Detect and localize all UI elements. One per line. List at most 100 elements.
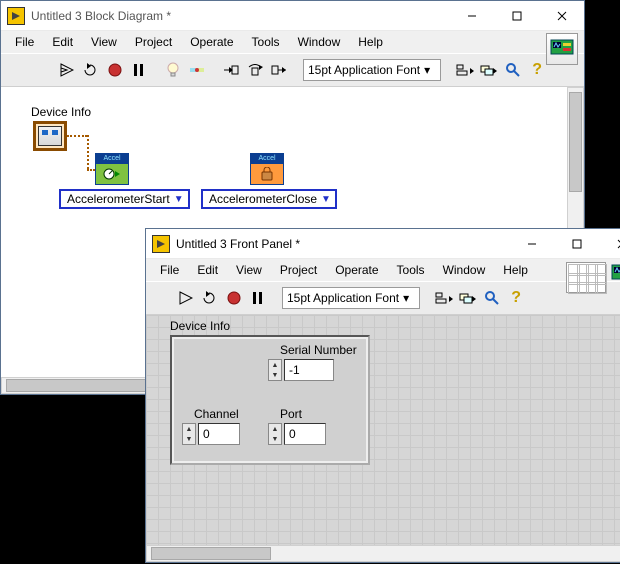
step-out-button[interactable] (269, 60, 289, 80)
channel-control[interactable]: ▲ ▼ 0 (182, 423, 240, 445)
chevron-down-icon: ▼ (174, 194, 184, 205)
menu-tools[interactable]: Tools (244, 33, 288, 51)
menu-edit[interactable]: Edit (44, 33, 81, 51)
labview-icon (7, 7, 25, 25)
spinner[interactable]: ▲ ▼ (268, 423, 282, 445)
port-control[interactable]: ▲ ▼ 0 (268, 423, 326, 445)
horizontal-scrollbar[interactable] (146, 545, 620, 562)
run-continuous-button[interactable] (81, 60, 101, 80)
font-label: 15pt Application Font (287, 291, 399, 305)
minimize-button[interactable] (449, 1, 494, 31)
decrement-button[interactable]: ▼ (269, 370, 281, 380)
menubar: File Edit View Project Operate Tools Win… (146, 259, 620, 281)
toolbar: 15pt Application Font ▾ ? (1, 53, 584, 87)
menubar: File Edit View Project Operate Tools Win… (1, 31, 584, 53)
accelerometer-close-selector[interactable]: AccelerometerClose ▼ (201, 189, 337, 209)
front-panel-canvas[interactable]: Device Info Serial Number ▲ ▼ -1 Channel… (146, 315, 620, 562)
close-button[interactable] (599, 229, 620, 259)
search-button[interactable] (482, 288, 502, 308)
channel-field[interactable]: 0 (198, 423, 240, 445)
accelerometer-close-vi[interactable]: Accel CLOSE (250, 153, 284, 185)
abort-button[interactable] (105, 60, 125, 80)
maximize-button[interactable] (494, 1, 539, 31)
menu-view[interactable]: View (228, 261, 270, 279)
menu-help[interactable]: Help (350, 33, 391, 51)
reorder-button[interactable] (458, 288, 478, 308)
vi-close-header: Accel CLOSE (251, 154, 283, 164)
reorder-button[interactable] (479, 60, 499, 80)
titlebar[interactable]: Untitled 3 Block Diagram * (1, 1, 584, 31)
pause-button[interactable] (129, 60, 149, 80)
scrollbar-thumb[interactable] (569, 92, 582, 192)
titlebar[interactable]: Untitled 3 Front Panel * (146, 229, 620, 259)
device-info-cluster-terminal[interactable] (33, 121, 67, 151)
port-label: Port (280, 407, 302, 421)
connector-pane[interactable] (566, 262, 606, 293)
decrement-button[interactable]: ▼ (183, 434, 195, 444)
cleanup-button[interactable] (503, 60, 523, 80)
highlight-exec-button[interactable] (163, 60, 183, 80)
align-button[interactable] (434, 288, 454, 308)
cluster-label: Device Info (31, 105, 91, 119)
toolbar: 15pt Application Font ▾ ? (146, 281, 620, 315)
step-over-button[interactable] (245, 60, 265, 80)
retain-wire-button[interactable] (187, 60, 207, 80)
step-into-button[interactable] (221, 60, 241, 80)
menu-view[interactable]: View (83, 33, 125, 51)
run-continuous-button[interactable] (200, 288, 220, 308)
menu-file[interactable]: File (152, 261, 187, 279)
scrollbar-thumb[interactable] (6, 379, 156, 392)
close-button[interactable] (539, 1, 584, 31)
accelerometer-start-selector[interactable]: AccelerometerStart ▼ (59, 189, 190, 209)
chevron-down-icon: ▼ (321, 194, 331, 205)
menu-project[interactable]: Project (272, 261, 325, 279)
pause-button[interactable] (248, 288, 268, 308)
font-selector[interactable]: 15pt Application Font ▾ (303, 59, 441, 81)
increment-button[interactable]: ▲ (269, 360, 281, 370)
chevron-down-icon: ▾ (403, 291, 415, 305)
scrollbar-thumb[interactable] (151, 547, 271, 560)
maximize-button[interactable] (554, 229, 599, 259)
value: 0 (203, 427, 210, 441)
run-button[interactable] (176, 288, 196, 308)
font-selector[interactable]: 15pt Application Font ▾ (282, 287, 420, 309)
vi-icon[interactable] (546, 33, 578, 65)
abort-button[interactable] (224, 288, 244, 308)
serial-number-field[interactable]: -1 (284, 359, 334, 381)
cluster-wire-h2[interactable] (87, 169, 95, 171)
context-help-button[interactable]: ? (506, 288, 526, 308)
decrement-button[interactable]: ▼ (269, 434, 281, 444)
menu-file[interactable]: File (7, 33, 42, 51)
channel-label: Channel (194, 407, 239, 421)
accelerometer-start-vi[interactable]: Accel Start (95, 153, 129, 185)
minimize-button[interactable] (509, 229, 554, 259)
front-panel-window: Untitled 3 Front Panel * File Edit View … (145, 228, 620, 563)
increment-button[interactable]: ▲ (269, 424, 281, 434)
run-button[interactable] (57, 60, 77, 80)
menu-project[interactable]: Project (127, 33, 180, 51)
serial-number-label: Serial Number (280, 343, 357, 357)
menu-operate[interactable]: Operate (182, 33, 241, 51)
menu-edit[interactable]: Edit (189, 261, 226, 279)
context-help-button[interactable]: ? (527, 60, 547, 80)
device-info-label: Device Info (170, 319, 230, 333)
device-info-cluster[interactable]: Serial Number ▲ ▼ -1 Channel ▲ ▼ 0 (170, 335, 370, 465)
font-label: 15pt Application Font (308, 63, 420, 77)
cluster-wire-v[interactable] (87, 135, 89, 169)
menu-tools[interactable]: Tools (389, 261, 433, 279)
port-field[interactable]: 0 (284, 423, 326, 445)
align-button[interactable] (455, 60, 475, 80)
serial-number-control[interactable]: ▲ ▼ -1 (268, 359, 334, 381)
cluster-wire[interactable] (67, 135, 87, 137)
spinner[interactable]: ▲ ▼ (182, 423, 196, 445)
vi-icon[interactable]: 3 (610, 261, 620, 293)
menu-window[interactable]: Window (435, 261, 494, 279)
menu-help[interactable]: Help (495, 261, 536, 279)
increment-button[interactable]: ▲ (183, 424, 195, 434)
selector-text: AccelerometerStart (67, 192, 170, 206)
menu-operate[interactable]: Operate (327, 261, 386, 279)
spinner[interactable]: ▲ ▼ (268, 359, 282, 381)
labview-icon (152, 235, 170, 253)
vi-start-header: Accel Start (96, 154, 128, 164)
menu-window[interactable]: Window (290, 33, 349, 51)
